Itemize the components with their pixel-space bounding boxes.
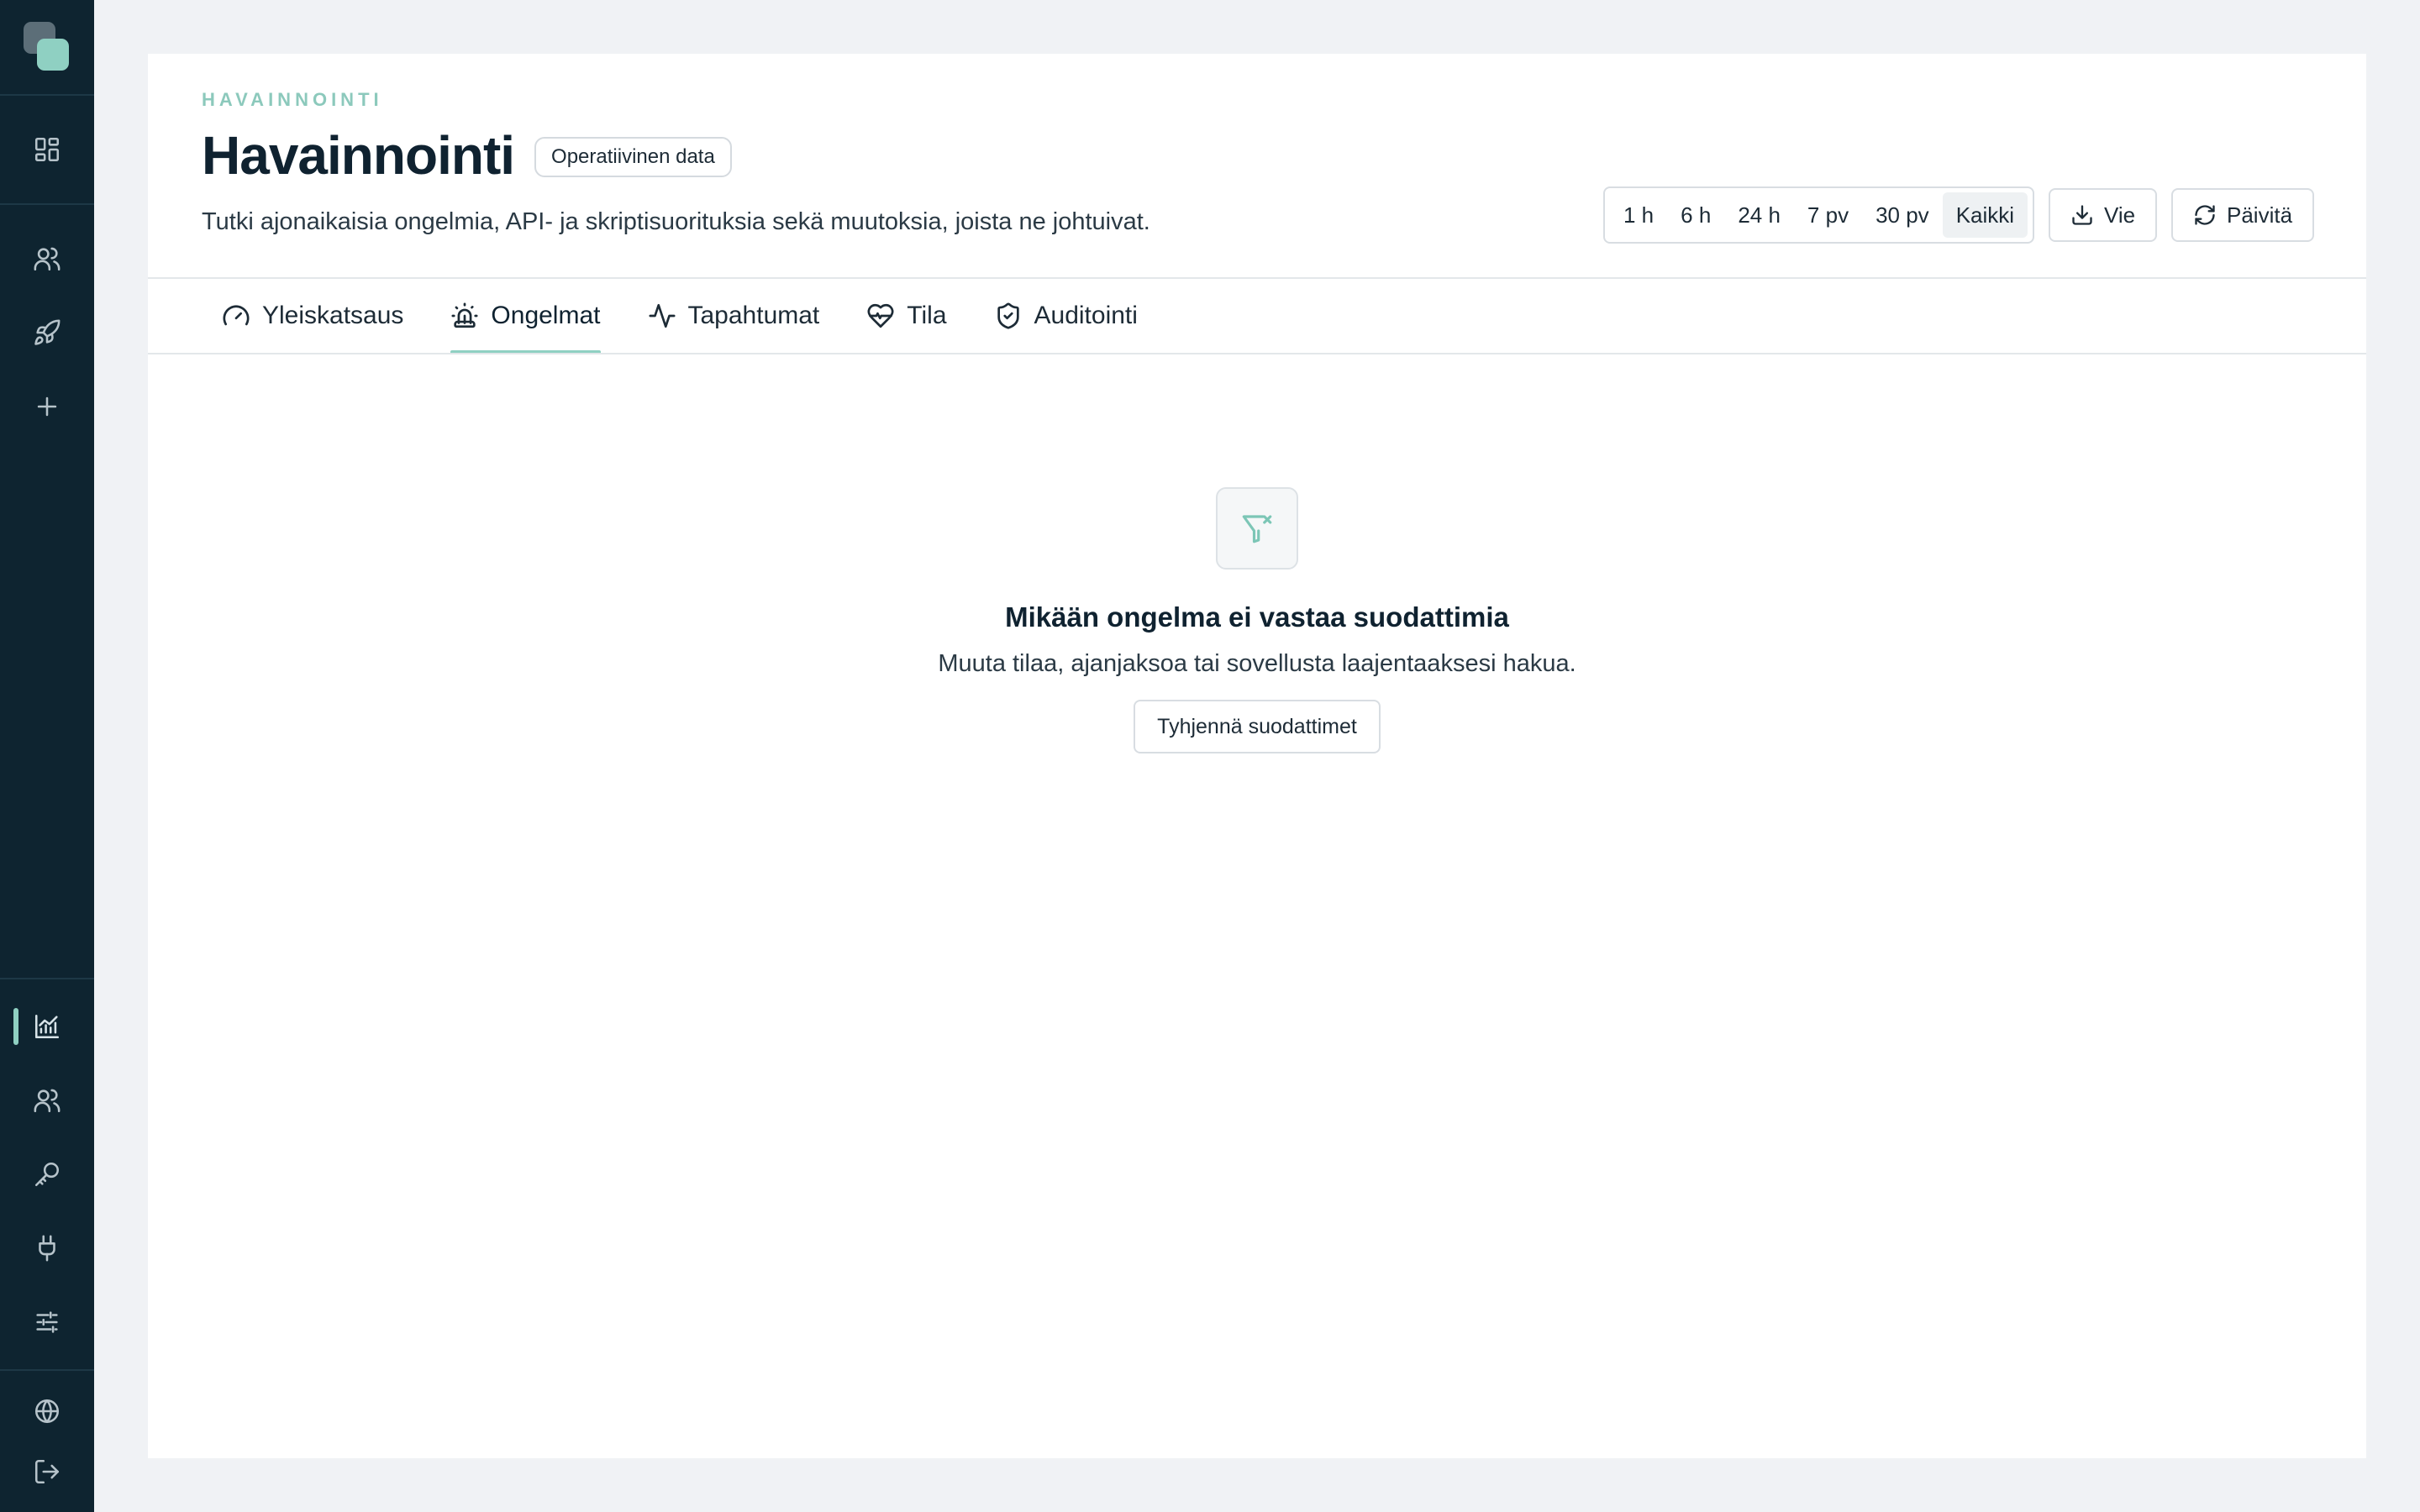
- rocket-icon: [34, 319, 60, 345]
- sidebar-divider: [0, 203, 94, 205]
- export-button[interactable]: Vie: [2049, 188, 2158, 242]
- tab-label: Tapahtumat: [687, 302, 820, 329]
- range-option-30d[interactable]: 30 pv: [1862, 192, 1943, 238]
- sidebar: [0, 0, 94, 1512]
- sidebar-divider: [0, 1369, 94, 1371]
- key-icon: [34, 1162, 60, 1187]
- dashboard-icon: [34, 137, 60, 162]
- heart-pulse-icon: [867, 303, 894, 328]
- clear-filters-button[interactable]: Tyhjennä suodattimet: [1134, 700, 1381, 753]
- sidebar-item-integrations[interactable]: [0, 1218, 94, 1278]
- shield-check-icon: [997, 302, 1019, 329]
- download-icon: [2072, 205, 2092, 225]
- range-option-7d[interactable]: 7 pv: [1794, 192, 1862, 238]
- page-subtitle: Tutki ajonaikaisia ongelmia, API- ja skr…: [202, 208, 1150, 235]
- users-icon: [34, 247, 60, 271]
- logout-icon: [34, 1459, 60, 1484]
- sidebar-item-settings[interactable]: [0, 1292, 94, 1352]
- tab-issues[interactable]: Ongelmat: [450, 279, 601, 354]
- sliders-icon: [36, 1311, 58, 1333]
- tab-label: Yleiskatsaus: [262, 302, 404, 329]
- refresh-button[interactable]: Päivitä: [2171, 188, 2315, 242]
- range-option-1h[interactable]: 1 h: [1610, 192, 1667, 238]
- sidebar-item-deploy[interactable]: [0, 302, 94, 363]
- sidebar-item-team[interactable]: [0, 1070, 94, 1131]
- tab-bar: Yleiskatsaus Ongelmat Tapahtumat Tila Au…: [222, 279, 1185, 354]
- activity-icon: [648, 303, 676, 328]
- tab-overview[interactable]: Yleiskatsaus: [222, 279, 403, 353]
- sidebar-divider: [0, 978, 94, 979]
- app-logo[interactable]: [24, 22, 71, 71]
- empty-state: Mikään ongelma ei vastaa suodattimia Muu…: [148, 487, 2366, 753]
- page-eyebrow: HAVAINNOINTI: [202, 89, 383, 110]
- empty-state-icon-box: [1216, 487, 1298, 570]
- sidebar-item-add[interactable]: [0, 376, 94, 437]
- sidebar-item-observability[interactable]: [0, 996, 94, 1057]
- sidebar-item-logout[interactable]: [0, 1441, 94, 1502]
- tab-label: Tila: [907, 302, 947, 329]
- export-button-label: Vie: [2104, 202, 2136, 228]
- plus-icon: [37, 396, 57, 417]
- page-title: Havainnointi: [202, 125, 515, 186]
- sidebar-item-users[interactable]: [0, 228, 94, 289]
- empty-state-text: Muuta tilaa, ajanjaksoa tai sovellusta l…: [938, 650, 1576, 677]
- main-card: HAVAINNOINTI Havainnointi Operatiivinen …: [148, 54, 2366, 1458]
- tab-label: Auditointi: [1034, 302, 1138, 329]
- siren-icon: [451, 302, 478, 328]
- gauge-icon: [223, 305, 250, 326]
- sidebar-divider: [0, 94, 94, 96]
- sidebar-item-dashboard[interactable]: [0, 119, 94, 180]
- sidebar-item-keys[interactable]: [0, 1144, 94, 1205]
- users-icon: [34, 1089, 60, 1113]
- refresh-icon: [2195, 205, 2215, 225]
- refresh-button-label: Päivitä: [2227, 202, 2293, 228]
- data-badge: Operatiivinen data: [534, 137, 732, 177]
- range-option-all[interactable]: Kaikki: [1942, 192, 2028, 238]
- time-range-selector: 1 h 6 h 24 h 7 pv 30 pv Kaikki: [1603, 186, 2035, 244]
- title-row: Havainnointi Operatiivinen data: [202, 124, 732, 186]
- globe-icon: [34, 1399, 60, 1424]
- tabs-divider-bottom: [148, 353, 2366, 354]
- chart-icon: [34, 1014, 60, 1039]
- tab-audit[interactable]: Auditointi: [994, 279, 1138, 353]
- range-option-24h[interactable]: 24 h: [1724, 192, 1794, 238]
- sidebar-item-language[interactable]: [0, 1381, 94, 1441]
- range-option-6h[interactable]: 6 h: [1667, 192, 1724, 238]
- tab-label: Ongelmat: [491, 302, 601, 329]
- tab-status[interactable]: Tila: [866, 279, 947, 353]
- filter-x-icon: [1242, 515, 1272, 543]
- empty-state-title: Mikään ongelma ei vastaa suodattimia: [1005, 601, 1509, 633]
- plug-icon: [39, 1235, 55, 1262]
- tab-events[interactable]: Tapahtumat: [648, 279, 820, 353]
